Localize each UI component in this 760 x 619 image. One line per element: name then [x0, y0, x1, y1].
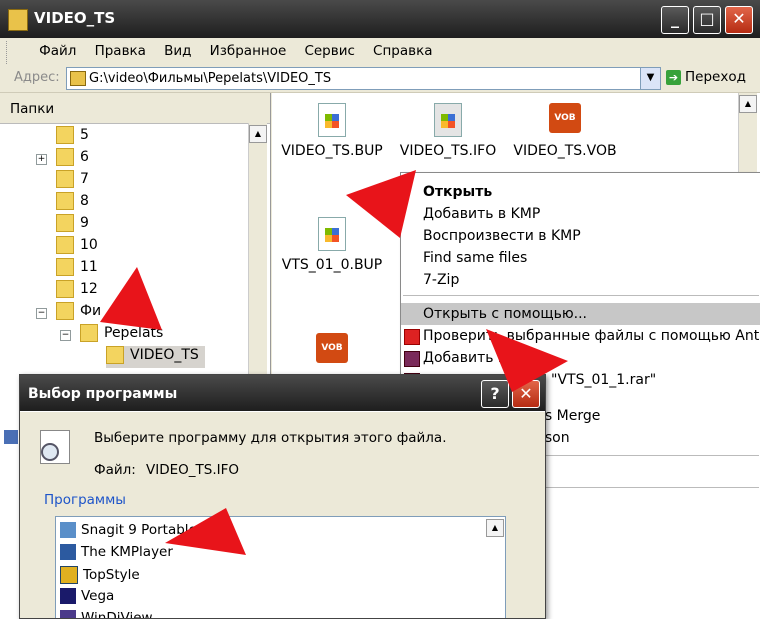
annotation-arrow-open-with — [486, 329, 568, 392]
annotation-arrow-ifo — [346, 170, 416, 238]
annotation-overlay — [100, 170, 568, 555]
annotation-arrow-folder — [100, 267, 162, 330]
annotation-arrow-kmplayer — [165, 508, 246, 555]
